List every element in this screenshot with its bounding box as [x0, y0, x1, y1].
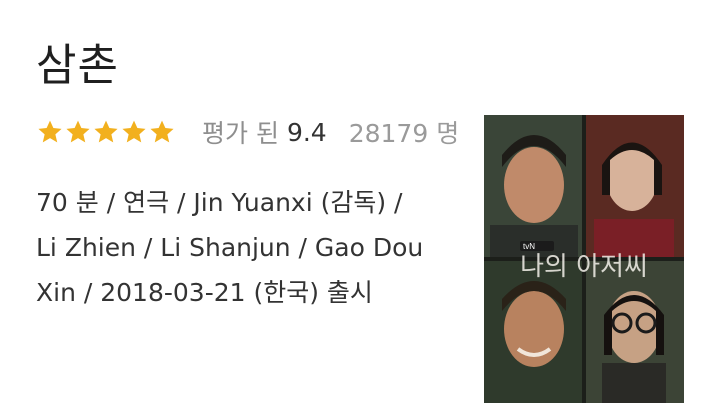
- rating-label: 평가 된: [202, 119, 279, 148]
- rating-count: 28179 명: [348, 119, 460, 148]
- poster-coat-4: [602, 363, 666, 403]
- star-icon: [150, 120, 174, 143]
- details-line-2: Li Zhien / Li Shanjun / Gao Dou: [36, 233, 424, 262]
- poster-overlay-title: 나의 아저씨: [520, 252, 648, 282]
- poster-face-1: [504, 147, 564, 223]
- details-line-1: 70 분 / 연극 / Jin Yuanxi (감독) /: [36, 188, 403, 217]
- movie-details: 70 분 / 연극 / Jin Yuanxi (감독) / Li Zhien /…: [36, 180, 456, 315]
- rating-row: 평가 된 9.4 28179 명: [36, 112, 459, 152]
- details-line-3: Xin / 2018-03-21 (한국) 출시: [36, 278, 373, 307]
- star-icon: [66, 120, 90, 143]
- movie-poster[interactable]: tvN 나의 아저씨: [484, 115, 684, 403]
- star-icon: [122, 120, 146, 143]
- poster-network-text: tvN: [523, 242, 535, 251]
- star-rating: [36, 118, 176, 146]
- movie-title: 삼촌: [36, 40, 119, 91]
- movie-info-card: 삼촌 평가 된 9.4 28179 명 70 분 / 연극 / Jin Yuan…: [0, 0, 720, 418]
- star-icon: [38, 120, 62, 143]
- star-icon: [94, 120, 118, 143]
- poster-image: tvN 나의 아저씨: [484, 115, 684, 403]
- rating-value: 9.4: [286, 117, 327, 147]
